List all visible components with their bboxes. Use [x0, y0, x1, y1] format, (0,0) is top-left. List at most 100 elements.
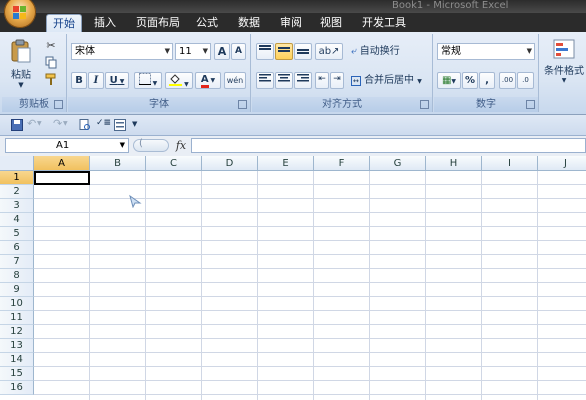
row-header-13[interactable]: 13: [0, 339, 34, 353]
increase-decimal-button[interactable]: .00: [499, 72, 516, 89]
column-header-f[interactable]: F: [314, 156, 370, 171]
border-icon: [138, 73, 151, 85]
row-header-11[interactable]: 11: [0, 311, 34, 325]
alignment-group-label: 对齐方式: [252, 97, 432, 112]
formula-input[interactable]: [191, 138, 586, 153]
row-header-9[interactable]: 9: [0, 283, 34, 297]
font-size-value: 11: [179, 46, 192, 57]
accounting-format-button[interactable]: ▦▼: [437, 72, 461, 89]
row-header-7[interactable]: 7: [0, 255, 34, 269]
name-box[interactable]: A1 ▼: [5, 138, 129, 153]
column-header-j[interactable]: J: [538, 156, 586, 171]
decrease-indent-button[interactable]: ⇤: [315, 72, 329, 89]
underline-button[interactable]: U ▼: [105, 72, 129, 89]
customize-qat-icon[interactable]: ▼: [132, 120, 137, 128]
align-top-button[interactable]: [256, 43, 274, 60]
font-size-combo[interactable]: 11 ▼: [175, 43, 211, 60]
italic-button[interactable]: I: [88, 72, 104, 89]
worksheet-grid[interactable]: ABCDEFGHIJ 1 2 3 4 5 6 7 8 9 10 11 12 13 14 15 16: [0, 156, 586, 400]
align-center-button[interactable]: [275, 72, 293, 89]
font-launcher-icon[interactable]: [238, 100, 247, 109]
fill-color-button[interactable]: ▼: [165, 72, 193, 89]
tab-data[interactable]: 数据: [232, 13, 266, 32]
percent-icon: %: [464, 75, 476, 86]
bold-button[interactable]: B: [71, 72, 87, 89]
number-launcher-icon[interactable]: [526, 100, 535, 109]
insert-function-button[interactable]: fx: [172, 138, 190, 153]
row-header-1[interactable]: 1: [0, 171, 34, 185]
row-header-8[interactable]: 8: [0, 269, 34, 283]
clipboard-launcher-icon[interactable]: [54, 100, 63, 109]
decrease-indent-icon: ⇤: [318, 74, 326, 84]
align-bottom-icon: [297, 49, 309, 54]
column-header-e[interactable]: E: [258, 156, 314, 171]
select-all-button[interactable]: [0, 156, 34, 171]
form-icon[interactable]: [114, 119, 126, 131]
tab-formulas[interactable]: 公式: [190, 13, 224, 32]
undo-icon[interactable]: ↶: [27, 117, 36, 130]
row-header-3[interactable]: 3: [0, 199, 34, 213]
orientation-button[interactable]: ab↗: [315, 43, 343, 60]
font-name-combo[interactable]: 宋体 ▼: [71, 43, 173, 60]
row-header-6[interactable]: 6: [0, 241, 34, 255]
wrap-text-button[interactable]: ⤶ 自动换行: [350, 43, 428, 60]
grow-font-button[interactable]: A: [214, 43, 230, 60]
column-header-b[interactable]: B: [90, 156, 146, 171]
chevron-down-icon[interactable]: ▼: [37, 120, 42, 127]
align-left-button[interactable]: [256, 72, 274, 89]
copy-button[interactable]: [42, 55, 60, 71]
align-middle-button[interactable]: [275, 43, 293, 60]
column-header-h[interactable]: H: [426, 156, 482, 171]
formula-bar-splitter[interactable]: (: [133, 138, 169, 152]
chevron-down-icon[interactable]: ▼: [63, 120, 68, 127]
cut-button[interactable]: ✂: [42, 38, 60, 54]
row-header-5[interactable]: 5: [0, 227, 34, 241]
save-icon[interactable]: [11, 119, 23, 131]
row-header-4[interactable]: 4: [0, 213, 34, 227]
grid-row-line: [34, 310, 586, 311]
tab-view[interactable]: 视图: [314, 13, 348, 32]
tab-review[interactable]: 审阅: [274, 13, 308, 32]
row-header-15[interactable]: 15: [0, 367, 34, 381]
number-format-combo[interactable]: 常规 ▼: [437, 43, 535, 60]
chevron-down-icon: ▼: [526, 47, 532, 55]
column-header-g[interactable]: G: [370, 156, 426, 171]
percent-button[interactable]: %: [462, 72, 478, 89]
phonetic-button[interactable]: wén: [224, 72, 246, 89]
print-preview-icon[interactable]: [79, 119, 91, 131]
merge-center-button[interactable]: ↔ 合并后居中 ▼: [350, 72, 430, 89]
redo-icon[interactable]: ↷: [53, 117, 62, 130]
sort-icon[interactable]: ✓≡: [96, 118, 111, 128]
paste-dropdown-icon[interactable]: ▼: [7, 81, 35, 89]
row-header-10[interactable]: 10: [0, 297, 34, 311]
styles-group: 条件格式 ▼: [540, 34, 586, 112]
alignment-launcher-icon[interactable]: [420, 100, 429, 109]
align-bottom-button[interactable]: [294, 43, 312, 60]
tab-developer[interactable]: 开发工具: [356, 13, 412, 32]
row-header-12[interactable]: 12: [0, 325, 34, 339]
shrink-font-button[interactable]: A: [231, 43, 246, 60]
column-header-c[interactable]: C: [146, 156, 202, 171]
mouse-cursor-icon: [129, 194, 142, 208]
paste-label: 粘贴: [11, 70, 31, 81]
increase-indent-button[interactable]: ⇥: [330, 72, 344, 89]
decrease-decimal-button[interactable]: .0: [517, 72, 534, 89]
conditional-formatting-button[interactable]: 条件格式 ▼: [542, 38, 586, 90]
row-header-16[interactable]: 16: [0, 381, 34, 395]
format-painter-button[interactable]: [42, 72, 60, 88]
grid-row-line: [34, 226, 586, 227]
tab-insert[interactable]: 插入: [88, 13, 122, 32]
tab-page-layout[interactable]: 页面布局: [130, 13, 186, 32]
column-header-a[interactable]: A: [34, 156, 90, 171]
align-right-button[interactable]: [294, 72, 312, 89]
font-color-button[interactable]: A ▼: [195, 72, 221, 89]
column-header-d[interactable]: D: [202, 156, 258, 171]
column-header-i[interactable]: I: [482, 156, 538, 171]
border-button[interactable]: ▼: [134, 72, 162, 89]
tab-home[interactable]: 开始: [46, 14, 82, 33]
comma-button[interactable]: ,: [479, 72, 495, 89]
row-header-2[interactable]: 2: [0, 185, 34, 199]
active-cell[interactable]: [34, 171, 90, 185]
paste-button[interactable]: 粘贴 ▼: [6, 38, 36, 90]
row-header-14[interactable]: 14: [0, 353, 34, 367]
